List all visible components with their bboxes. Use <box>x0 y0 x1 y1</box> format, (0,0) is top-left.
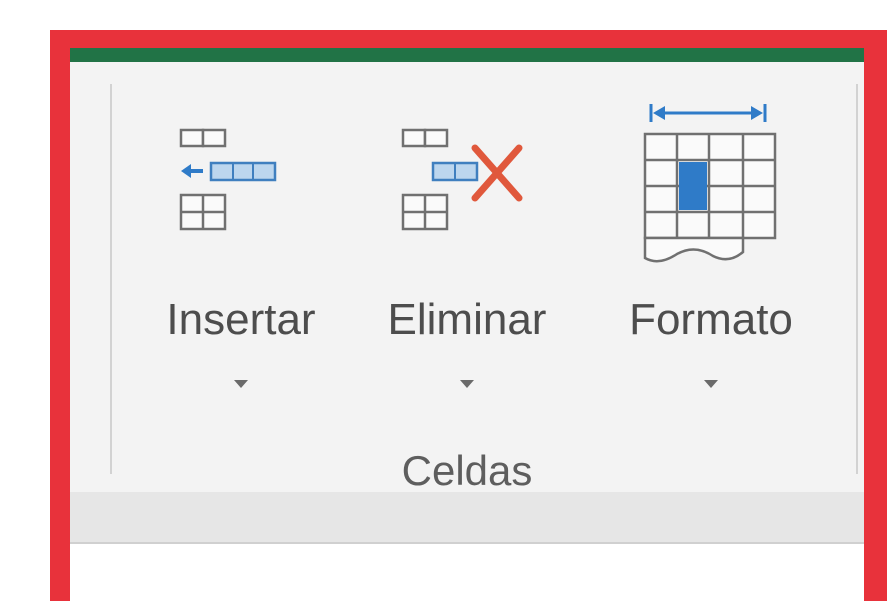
group-separator-right <box>856 84 858 474</box>
delete-cells-button[interactable]: Eliminar <box>357 90 577 390</box>
ribbon-accent-bar <box>70 48 864 62</box>
ribbon-area: Insertar Eliminar Formato Celdas <box>70 48 864 601</box>
delete-cells-icon <box>401 128 523 231</box>
delete-dropdown-caret-icon[interactable] <box>460 380 474 388</box>
insert-cells-icon <box>179 128 277 231</box>
group-label-celdas: Celdas <box>401 447 533 494</box>
format-label: Formato <box>629 295 793 344</box>
ribbon-group-celdas: Insertar Eliminar Formato Celdas <box>70 62 864 494</box>
insert-label: Insertar <box>166 295 316 344</box>
delete-label: Eliminar <box>387 295 547 344</box>
ribbon-bottom-strip <box>70 492 864 544</box>
format-dropdown-caret-icon[interactable] <box>704 380 718 388</box>
insert-dropdown-caret-icon[interactable] <box>234 380 248 388</box>
insert-cells-button[interactable]: Insertar <box>143 90 339 390</box>
group-separator-left <box>110 84 112 474</box>
screenshot-root: Insertar Eliminar Formato Celdas <box>0 0 887 601</box>
format-cells-icon <box>643 104 777 263</box>
format-cells-button[interactable]: Formato <box>593 90 829 390</box>
